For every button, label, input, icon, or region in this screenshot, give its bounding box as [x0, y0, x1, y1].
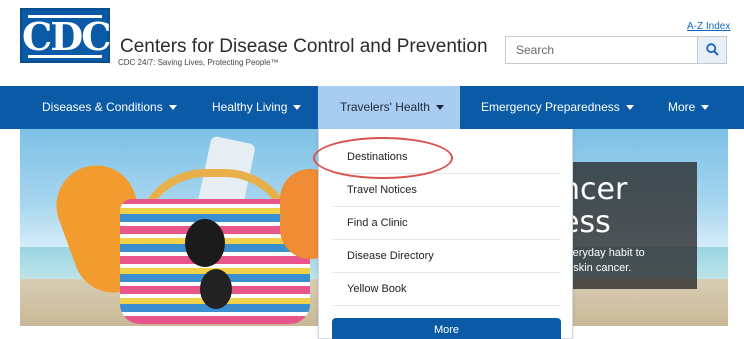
nav-more[interactable]: More: [668, 86, 710, 129]
logo-text: CDC: [22, 14, 111, 59]
search-icon: [706, 43, 719, 56]
nav-label: More: [668, 100, 696, 114]
logo-bottom-rule: [28, 55, 102, 58]
search-input[interactable]: [506, 37, 698, 63]
caret-down-icon: [293, 105, 302, 111]
dropdown-more-button[interactable]: More: [332, 318, 561, 339]
nav-label: Diseases & Conditions: [42, 100, 163, 114]
caret-down-icon: [168, 105, 177, 111]
dropdown-item-yellow-book[interactable]: Yellow Book: [333, 273, 560, 306]
sunglasses-lens-image: [200, 269, 232, 309]
nav-travelers-health[interactable]: Travelers' Health: [318, 86, 460, 129]
search-button[interactable]: [697, 37, 726, 63]
sunglasses-image: [185, 219, 225, 267]
hero-body-line1: everyday habit to: [561, 247, 645, 259]
site-title[interactable]: Centers for Disease Control and Preventi…: [120, 36, 488, 58]
destinations-highlight-ring: [313, 137, 453, 179]
dropdown-item-travel-notices[interactable]: Travel Notices: [333, 174, 560, 207]
search-box: [505, 36, 727, 64]
caret-down-icon: [701, 105, 710, 111]
nav-emergency-preparedness[interactable]: Emergency Preparedness: [481, 86, 634, 129]
az-index-link[interactable]: A-Z Index: [687, 21, 730, 32]
caret-down-icon: [625, 105, 634, 111]
nav-diseases-conditions[interactable]: Diseases & Conditions: [42, 86, 177, 129]
dropdown-item-find-a-clinic[interactable]: Find a Clinic: [333, 207, 560, 240]
site-tagline: CDC 24/7: Saving Lives, Protecting Peopl…: [118, 58, 279, 67]
cdc-logo[interactable]: CDC: [20, 8, 111, 63]
main-nav: Diseases & Conditions Healthy Living Tra…: [0, 86, 744, 129]
nav-label: Travelers' Health: [340, 100, 430, 114]
nav-healthy-living[interactable]: Healthy Living: [212, 86, 302, 129]
dropdown-item-disease-directory[interactable]: Disease Directory: [333, 240, 560, 273]
caret-down-icon: [435, 105, 444, 111]
nav-label: Healthy Living: [212, 100, 288, 114]
nav-label: Emergency Preparedness: [481, 100, 620, 114]
